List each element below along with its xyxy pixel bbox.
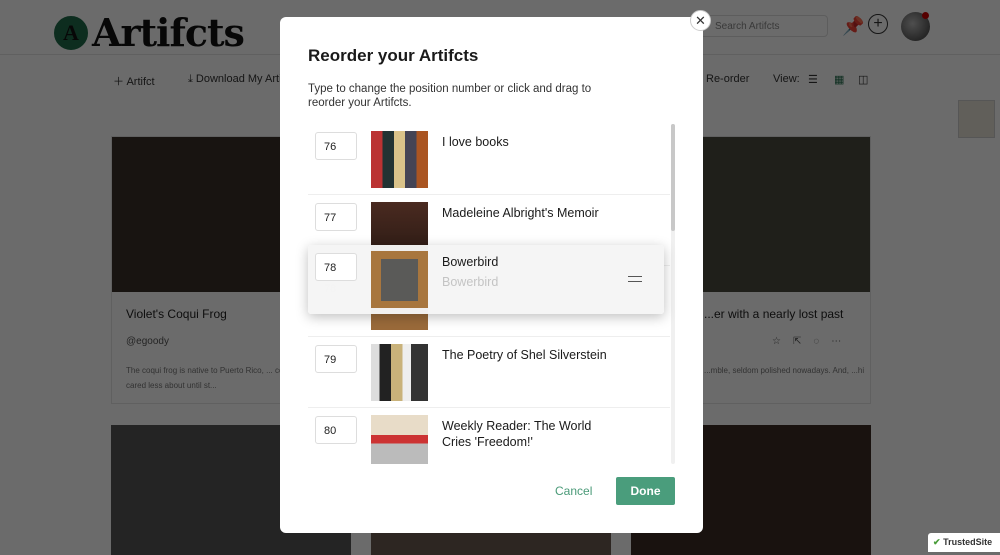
item-title: Madeleine Albright's Memoir [442, 206, 599, 220]
logo[interactable]: A Artifcts [54, 10, 245, 55]
download-icon: ⤓ [188, 73, 196, 85]
list-item[interactable]: 80 Weekly Reader: The World Cries 'Freed… [308, 408, 670, 464]
add-label: Artifct [126, 76, 155, 88]
view-label: View: [773, 73, 800, 85]
item-thumbnail [371, 415, 428, 464]
item-title: The Poetry of Shel Silverstein [442, 348, 607, 362]
position-input[interactable]: 76 [315, 132, 357, 160]
modal-title: Reorder your Artifcts [308, 46, 479, 65]
card-actions[interactable]: ☆⇱◌⋯ [772, 336, 853, 347]
item-thumbnail [371, 251, 428, 308]
logo-text: Artifcts [92, 10, 245, 55]
item-title: I love books [442, 135, 509, 149]
trustedsite-badge[interactable]: ✔ TrustedSite [928, 533, 1000, 552]
modal-description: Type to change the position number or cl… [308, 83, 592, 109]
book-cover [381, 259, 418, 301]
logo-mark: A [54, 15, 88, 50]
list-item[interactable]: 76 I love books [308, 124, 670, 195]
item-title: Bowerbird [442, 255, 499, 269]
drag-handle-icon[interactable] [628, 276, 642, 282]
card-title[interactable]: Violet's Coqui Frog [126, 307, 227, 321]
card-author[interactable]: @egoody [126, 336, 169, 347]
plus-icon: ＋ [113, 76, 127, 88]
check-icon: ✔ [933, 537, 941, 547]
plus-circle-icon[interactable]: + [868, 14, 888, 34]
placeholder-item-title: Bowerbird [442, 275, 499, 289]
card-description: ...mble, seldom polished nowadays. And, … [704, 366, 864, 375]
item-thumbnail [371, 344, 428, 401]
done-button[interactable]: Done [616, 477, 675, 505]
card-title[interactable]: ...er with a nearly lost past [704, 307, 843, 321]
search-input[interactable]: Search Artifcts [700, 15, 828, 37]
cancel-button[interactable]: Cancel [555, 484, 592, 498]
position-input[interactable]: 80 [315, 416, 357, 444]
list-item[interactable]: 79 The Poetry of Shel Silverstein [308, 337, 670, 408]
scrollbar-thumb[interactable] [671, 124, 675, 231]
pin-icon[interactable]: 📌 [842, 16, 864, 37]
gift-icon[interactable] [958, 100, 995, 138]
close-icon[interactable]: ✕ [690, 10, 711, 31]
notification-dot [922, 12, 929, 19]
list-view-icon[interactable]: ☰ [808, 73, 818, 86]
trustedsite-label: TrustedSite [943, 537, 993, 547]
item-title: Weekly Reader: The World Cries 'Freedom!… [442, 419, 592, 449]
grid-view-icon[interactable]: ▦ [834, 73, 844, 86]
item-thumbnail [371, 131, 428, 188]
position-input[interactable]: 78 [315, 253, 357, 281]
reorder-button[interactable]: Re-order [706, 73, 749, 85]
add-artifct-button[interactable]: ＋ Artifct [113, 73, 155, 89]
position-input[interactable]: 77 [315, 203, 357, 231]
position-input[interactable]: 79 [315, 345, 357, 373]
split-view-icon[interactable]: ◫ [858, 73, 868, 86]
